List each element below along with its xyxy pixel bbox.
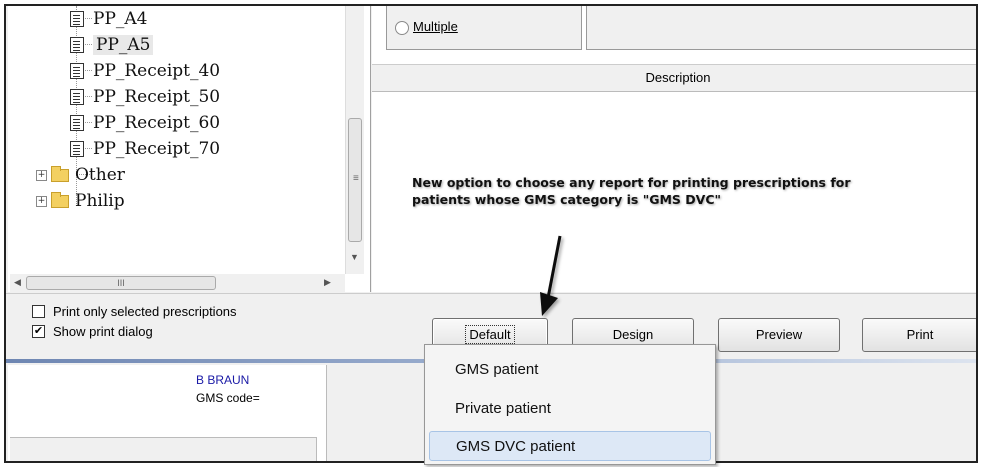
menu-item-gms-patient[interactable]: GMS patient xyxy=(429,355,711,385)
options-box xyxy=(586,6,976,50)
show-dialog-label: Show print dialog xyxy=(53,323,153,339)
multiple-radio-text: Multiple xyxy=(413,19,458,34)
design-button-label: Design xyxy=(612,327,654,342)
tree-item-label: PP_Receipt_60 xyxy=(93,113,221,133)
default-dropdown-menu[interactable]: GMS patient Private patient GMS DVC pati… xyxy=(424,344,716,465)
print-mode-group: Multiple xyxy=(386,6,582,50)
tree-folder[interactable]: + Philip xyxy=(36,188,125,214)
vertical-scrollbar[interactable]: ≡ ▼ xyxy=(345,6,364,274)
tree-folder-label: Other xyxy=(75,165,125,185)
report-tree[interactable]: PP_A4 PP_A5 PP_Receipt_40 PP_Receipt_50 … xyxy=(8,6,371,292)
preview-button-label: Preview xyxy=(755,327,803,342)
expand-icon[interactable]: + xyxy=(36,169,47,181)
grip-icon: ≡ xyxy=(353,173,359,184)
scroll-thumb[interactable]: ≡ xyxy=(348,118,362,242)
annotation-arrow xyxy=(540,235,562,316)
multiple-radio-label[interactable]: Multiple xyxy=(413,19,458,34)
gms-code-text: GMS code= xyxy=(196,391,260,405)
menu-item-private-patient[interactable]: Private patient xyxy=(429,394,711,424)
print-selected-checkbox[interactable] xyxy=(32,304,45,318)
scroll-left-icon[interactable]: ◀ xyxy=(14,277,21,288)
scroll-right-icon[interactable]: ▶ xyxy=(324,277,331,288)
report-options-panel: Multiple Description New option to choos… xyxy=(372,6,976,292)
preview-button[interactable]: Preview xyxy=(718,318,840,352)
tree-item-label: PP_Receipt_50 xyxy=(93,87,221,107)
folder-icon xyxy=(51,165,69,182)
document-icon xyxy=(70,115,84,131)
print-selected-option[interactable]: Print only selected prescriptions xyxy=(32,302,237,320)
tree-item-label: PP_Receipt_40 xyxy=(93,61,221,81)
tree-folder-label: Philip xyxy=(75,191,125,211)
multiple-radio[interactable] xyxy=(395,21,409,35)
tree-item-report[interactable]: PP_Receipt_60 xyxy=(70,110,220,136)
show-dialog-checkbox[interactable]: ✔ xyxy=(32,324,45,338)
patient-info-panel: B BRAUN GMS code= xyxy=(8,365,327,461)
folder-icon xyxy=(51,191,69,208)
panel-footer xyxy=(10,437,317,461)
print-button[interactable]: Print xyxy=(862,318,976,352)
annotation-line: New option to choose any report for prin… xyxy=(412,175,851,190)
tree-item-report[interactable]: PP_Receipt_70 xyxy=(70,136,220,162)
tree-item-report[interactable]: PP_A5 xyxy=(70,32,154,58)
arrow-shaft xyxy=(546,235,562,299)
default-button-label: Default xyxy=(465,325,515,344)
tree-item-label: PP_A4 xyxy=(93,9,148,29)
document-icon xyxy=(70,37,84,53)
document-icon xyxy=(70,141,84,157)
tree-folder[interactable]: + Other xyxy=(36,162,125,188)
arrow-head xyxy=(540,292,558,316)
tree-item-label: PP_Receipt_70 xyxy=(93,139,221,159)
document-icon xyxy=(70,11,84,27)
tree-item-report[interactable]: PP_Receipt_40 xyxy=(70,58,220,84)
show-dialog-option[interactable]: ✔ Show print dialog xyxy=(32,322,153,340)
brand-text: B BRAUN xyxy=(196,373,250,387)
print-selected-label: Print only selected prescriptions xyxy=(53,303,237,319)
scroll-down-icon[interactable]: ▼ xyxy=(350,252,359,262)
expand-icon[interactable]: + xyxy=(36,195,47,207)
tree-item-report[interactable]: PP_Receipt_50 xyxy=(70,84,220,110)
menu-item-gms-dvc-patient[interactable]: GMS DVC patient xyxy=(429,431,711,461)
description-header: Description xyxy=(372,64,976,92)
annotation-callout: New option to choose any report for prin… xyxy=(412,174,976,208)
annotation-line: patients whose GMS category is "GMS DVC" xyxy=(412,192,722,207)
tree-item-label: PP_A5 xyxy=(93,35,154,55)
horizontal-scrollbar[interactable]: ◀ III ▶ xyxy=(10,274,345,292)
document-icon xyxy=(70,63,84,79)
tree-item-report[interactable]: PP_A4 xyxy=(70,6,147,32)
scroll-thumb[interactable]: III xyxy=(26,276,216,290)
print-button-label: Print xyxy=(906,327,934,342)
document-icon xyxy=(70,89,84,105)
